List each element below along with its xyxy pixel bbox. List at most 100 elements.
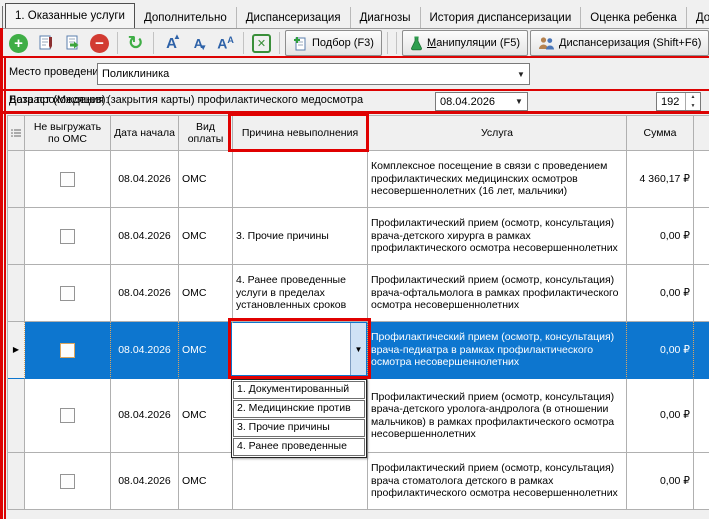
- sum-cell[interactable]: 0,00 ₽: [627, 453, 694, 510]
- payment-cell[interactable]: ОМС: [179, 208, 233, 265]
- dispanserization-button[interactable]: Диспансеризация (Shift+F6): [530, 30, 709, 56]
- spinner-down-icon[interactable]: ▼: [686, 102, 700, 111]
- tab-dispanserization-history[interactable]: История диспансеризации: [421, 7, 582, 28]
- tab-child-assessment[interactable]: Оценка ребенка: [581, 7, 687, 28]
- date-cell[interactable]: 08.04.2026: [111, 265, 179, 322]
- table-row[interactable]: 08.04.2026 ОМС 4. Ранее проведенные услу…: [8, 265, 709, 322]
- column-header-reason[interactable]: Причина невыполнения: [233, 116, 368, 151]
- filler-cell: [694, 322, 709, 379]
- font-increase-button[interactable]: A▲: [159, 31, 184, 56]
- sum-cell[interactable]: 4 360,17 ₽: [627, 151, 694, 208]
- filler-cell: [694, 265, 709, 322]
- row-indicator-cell: [8, 151, 25, 208]
- checkbox[interactable]: [60, 474, 75, 489]
- payment-cell[interactable]: ОМС: [179, 379, 233, 453]
- age-value: 192: [657, 93, 685, 110]
- excel-export-button[interactable]: ✕: [249, 31, 274, 56]
- no-upload-cell[interactable]: [25, 208, 111, 265]
- table-row[interactable]: 08.04.2026 ОМС Профилактический прием (о…: [8, 453, 709, 510]
- checkbox[interactable]: [60, 286, 75, 301]
- checkbox[interactable]: [60, 343, 75, 358]
- column-header-sum[interactable]: Сумма: [627, 116, 694, 151]
- manipulations-button[interactable]: Манипуляции (F5): [402, 30, 528, 56]
- reason-cell[interactable]: 4. Ранее проведенные услуги в пределах у…: [233, 265, 368, 322]
- payment-cell[interactable]: ОМС: [179, 265, 233, 322]
- no-upload-cell[interactable]: [25, 151, 111, 208]
- payment-cell[interactable]: ОМС: [179, 151, 233, 208]
- service-cell[interactable]: Комплексное посещение в связи с проведен…: [368, 151, 627, 208]
- sum-cell[interactable]: 0,00 ₽: [627, 322, 694, 379]
- delete-button[interactable]: −: [87, 31, 112, 56]
- column-header-no-upload[interactable]: Не выгружать по ОМС: [25, 116, 111, 151]
- date-cell[interactable]: 08.04.2026: [111, 208, 179, 265]
- column-chooser-cell[interactable]: [8, 116, 25, 151]
- row-marker-icon: ▶: [13, 344, 19, 357]
- column-header-payment[interactable]: Вид оплаты: [179, 116, 233, 151]
- age-spinner[interactable]: 192 ▲ ▼: [656, 92, 701, 111]
- refresh-icon: ↻: [128, 34, 144, 53]
- delete-icon: −: [90, 34, 109, 53]
- sum-cell[interactable]: 0,00 ₽: [627, 265, 694, 322]
- service-cell[interactable]: Профилактический прием (осмотр, консульт…: [368, 322, 627, 379]
- dropdown-item-medical[interactable]: 2. Медицинские против: [233, 400, 365, 418]
- font-decrease-button[interactable]: A▼: [186, 31, 211, 56]
- spinner-up-icon[interactable]: ▲: [686, 93, 700, 102]
- tab-additional[interactable]: Дополнительно: [135, 7, 237, 28]
- service-cell[interactable]: Профилактический прием (осмотр, консульт…: [368, 379, 627, 453]
- checkbox[interactable]: [60, 172, 75, 187]
- service-cell[interactable]: Профилактический прием (осмотр, консульт…: [368, 453, 627, 510]
- chevron-down-icon[interactable]: ▼: [511, 97, 527, 106]
- edit-document-icon: [37, 34, 55, 52]
- sum-cell[interactable]: 0,00 ₽: [627, 208, 694, 265]
- column-header-date-start[interactable]: Дата начала: [111, 116, 179, 151]
- no-upload-cell[interactable]: [25, 265, 111, 322]
- date-cell[interactable]: 08.04.2026: [111, 322, 179, 379]
- add-button[interactable]: +: [6, 31, 31, 56]
- date-cell[interactable]: 08.04.2026: [111, 151, 179, 208]
- font-increase-icon: A▲: [166, 36, 177, 51]
- podbor-button[interactable]: Подбор (F3): [285, 30, 382, 56]
- dropdown-item-other[interactable]: 3. Прочие причины: [233, 419, 365, 437]
- filler-cell: [694, 379, 709, 453]
- tab-dispanserization[interactable]: Диспансеризация: [237, 7, 351, 28]
- service-cell[interactable]: Профилактический прием (осмотр, консульт…: [368, 208, 627, 265]
- reason-cell[interactable]: [233, 151, 368, 208]
- date-cell[interactable]: 08.04.2026: [111, 453, 179, 510]
- chevron-down-icon[interactable]: ▼: [513, 70, 529, 79]
- location-label: Место проведения:: [9, 66, 108, 78]
- reason-editor-field[interactable]: [232, 323, 350, 375]
- dispanserization-label: Диспансеризация (Shift+F6): [559, 37, 701, 49]
- font-reset-button[interactable]: AA: [213, 31, 238, 56]
- sum-cell[interactable]: 0,00 ₽: [627, 379, 694, 453]
- no-upload-cell[interactable]: [25, 322, 111, 379]
- column-header-service[interactable]: Услуга: [368, 116, 627, 151]
- reason-editor-dropdown-button[interactable]: ▼: [350, 323, 366, 375]
- dropdown-item-earlier[interactable]: 4. Ранее проведенные: [233, 438, 365, 456]
- tab-cutoff[interactable]: Допол: [687, 7, 709, 28]
- location-combobox[interactable]: Поликлиника ▼: [97, 63, 530, 85]
- refresh-button[interactable]: ↻: [123, 31, 148, 56]
- reason-cell[interactable]: [233, 453, 368, 510]
- tab-diagnoses[interactable]: Диагнозы: [351, 7, 421, 28]
- save-button[interactable]: [60, 31, 85, 56]
- reason-cell[interactable]: 3. Прочие причины: [233, 208, 368, 265]
- add-icon: +: [9, 34, 28, 53]
- column-header-filler: [694, 116, 709, 151]
- dropdown-item-documented[interactable]: 1. Документированный: [233, 381, 365, 399]
- service-cell[interactable]: Профилактический прием (осмотр, консульт…: [368, 265, 627, 322]
- font-decrease-icon: A▼: [194, 37, 203, 50]
- tab-provided-services[interactable]: 1. Оказанные услуги: [5, 3, 135, 28]
- checkbox[interactable]: [60, 408, 75, 423]
- checkbox[interactable]: [60, 229, 75, 244]
- manipulations-label: Манипуляции (F5): [427, 37, 520, 49]
- reason-editor[interactable]: ▼: [232, 323, 366, 375]
- edit-button[interactable]: [33, 31, 58, 56]
- exam-date-picker[interactable]: 08.04.2026 ▼: [435, 92, 528, 111]
- payment-cell[interactable]: ОМС: [179, 453, 233, 510]
- table-row[interactable]: 08.04.2026 ОМС 3. Прочие причины Профила…: [8, 208, 709, 265]
- payment-cell[interactable]: ОМС: [179, 322, 233, 379]
- no-upload-cell[interactable]: [25, 453, 111, 510]
- table-row[interactable]: 08.04.2026 ОМС Комплексное посещение в с…: [8, 151, 709, 208]
- date-cell[interactable]: 08.04.2026: [111, 379, 179, 453]
- no-upload-cell[interactable]: [25, 379, 111, 453]
